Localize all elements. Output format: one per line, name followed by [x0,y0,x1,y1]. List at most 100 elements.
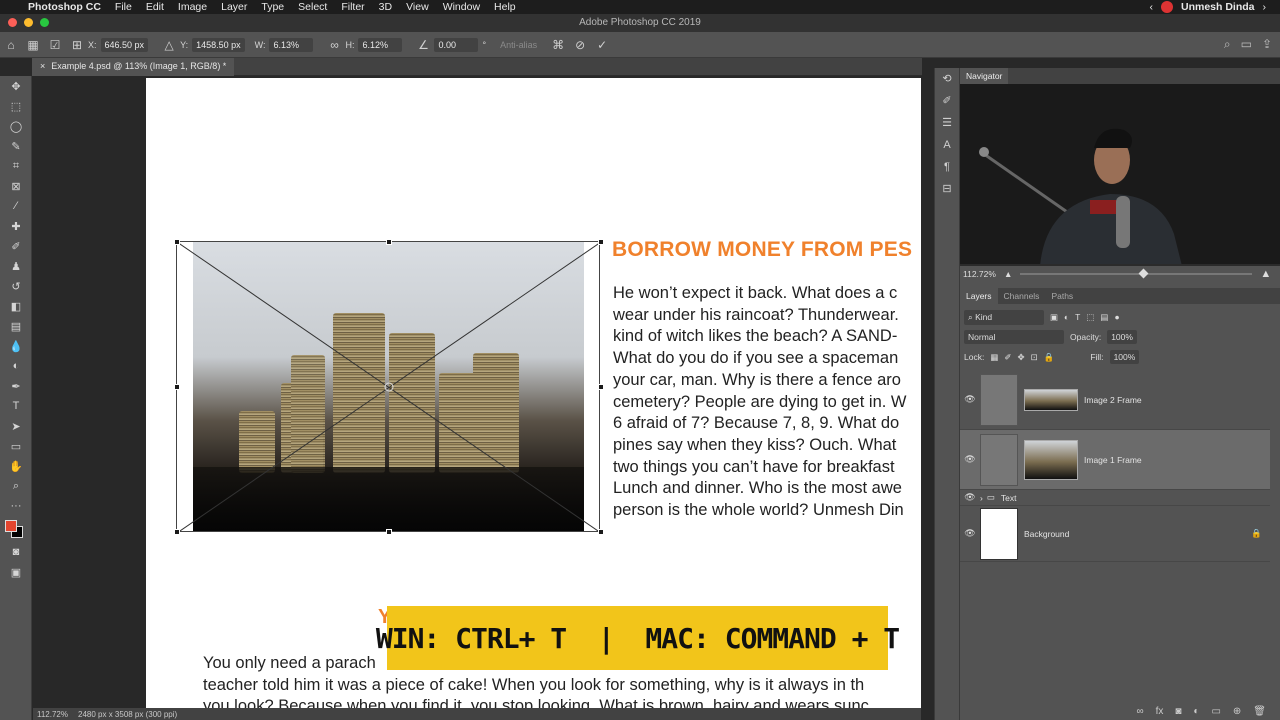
h-field[interactable]: 6.12% [358,37,403,52]
clone-stamp-tool-icon[interactable]: ♟ [0,256,32,276]
zoom-out-icon[interactable]: ▲ [1004,269,1012,279]
filter-kind-select[interactable]: ⌕ Kind [964,309,1044,325]
transform-handle-bottom-right[interactable] [598,529,604,535]
chevron-right-icon[interactable]: › [1263,1,1267,13]
visibility-eye-icon[interactable]: 👁 [960,492,980,503]
crop-tool-icon[interactable]: ⌗ [0,156,32,176]
zoom-tool-icon[interactable]: ⌕ [0,476,32,496]
transform-handle-left[interactable] [174,384,180,390]
character-icon[interactable]: A [935,134,959,156]
fill-field[interactable]: 100% [1109,350,1140,364]
filter-toggle-icon[interactable]: ● [1114,312,1119,322]
filter-smart-icon[interactable]: ▤ [1100,312,1108,323]
new-layer-icon[interactable]: ⊕ [1233,706,1241,717]
opacity-field[interactable]: 100% [1107,330,1137,344]
filter-pixel-icon[interactable]: ▣ [1050,312,1058,323]
navigator-zoom-slider[interactable] [1020,268,1253,279]
visibility-eye-icon[interactable]: 👁 [960,394,980,405]
pen-tool-icon[interactable]: ✒ [0,376,32,396]
menu-help[interactable]: Help [487,1,523,13]
gradient-tool-icon[interactable]: ▤ [0,316,32,336]
quick-mask-icon[interactable]: ◙ [0,542,32,562]
dodge-tool-icon[interactable]: ◐ [0,356,32,376]
properties-icon[interactable]: ⊟ [935,178,959,200]
tab-layers[interactable]: Layers [960,288,998,304]
screen-mode-icon[interactable]: ▣ [0,562,32,582]
visibility-eye-icon[interactable]: 👁 [960,528,980,539]
filter-adjustment-icon[interactable]: ◐ [1064,312,1069,322]
add-mask-icon[interactable]: ◙ [1175,706,1181,717]
chevron-right-icon[interactable]: › [980,493,983,503]
status-zoom[interactable]: 112.72% [37,710,68,719]
search-icon[interactable]: ⌕ [1224,37,1231,52]
tab-navigator[interactable]: Navigator [960,68,1009,84]
layer-group-row[interactable]: 👁 › ▭ Text [960,490,1270,506]
menu-image[interactable]: Image [171,1,214,13]
layer-row[interactable]: 👁 Image 2 Frame [960,370,1270,430]
lasso-tool-icon[interactable]: ◯ [0,116,32,136]
lock-position-icon[interactable]: ✥ [1017,352,1024,363]
angle-field[interactable]: 0.00 [434,37,479,52]
layer-row[interactable]: 👁 Background 🔒 [960,506,1270,562]
brush-settings-icon[interactable]: ✐ [935,90,959,112]
tab-channels[interactable]: Channels [998,288,1046,304]
y-field[interactable]: 1458.50 px [192,37,245,52]
menu-view[interactable]: View [399,1,436,13]
layer-row[interactable]: 👁 Image 1 Frame [960,430,1270,490]
cancel-transform-icon[interactable]: ⊘ [569,38,591,52]
close-tab-icon[interactable]: × [40,61,45,76]
history-brush-tool-icon[interactable]: ↺ [0,276,32,296]
workspace-icon[interactable]: ▭ [1241,37,1252,52]
delta-icon[interactable]: △ [158,38,180,52]
adjustment-layer-icon[interactable]: ◐ [1193,706,1199,717]
filter-type-icon[interactable]: T [1075,312,1080,322]
foreground-color-swatch[interactable] [5,520,17,532]
type-tool-icon[interactable]: T [0,396,32,416]
menu-select[interactable]: Select [291,1,334,13]
lock-all-icon[interactable]: 🔒 [1044,352,1055,363]
visibility-eye-icon[interactable]: 👁 [960,454,980,465]
transform-bounding-box[interactable] [174,239,604,535]
paragraph-icon[interactable]: ¶ [935,156,959,178]
navigator-zoom-value[interactable]: 112.72% [963,269,996,279]
zoom-slider-handle[interactable] [1138,268,1149,279]
history-icon[interactable]: ⟲ [935,68,959,90]
delete-layer-icon[interactable]: 🗑 [1253,706,1266,717]
share-icon[interactable]: ⇪ [1262,37,1272,52]
warp-icon[interactable]: ⌘ [547,38,569,52]
checkbox-icon[interactable]: ☑ [44,38,66,52]
color-swatches[interactable] [0,516,32,542]
filter-shape-icon[interactable]: ⬚ [1086,312,1094,323]
menu-layer[interactable]: Layer [214,1,254,13]
menu-window[interactable]: Window [436,1,487,13]
canvas-area[interactable]: BORROW MONEY FROM PES He won’t expect it… [33,76,921,708]
commit-transform-icon[interactable]: ✓ [591,38,613,52]
link-layers-icon[interactable]: ∞ [1136,706,1143,717]
document-tab[interactable]: × Example 4.psd @ 113% (Image 1, RGB/8) … [32,58,235,76]
navigator-preview[interactable] [960,84,1280,266]
transform-handle-right[interactable] [598,384,604,390]
eraser-tool-icon[interactable]: ◧ [0,296,32,316]
transform-handle-top-left[interactable] [174,239,180,245]
layer-name[interactable]: Background [1024,529,1069,539]
layer-style-icon[interactable]: fx [1156,706,1164,717]
rectangle-tool-icon[interactable]: ▭ [0,436,32,456]
layer-name[interactable]: Text [1001,493,1017,503]
tab-paths[interactable]: Paths [1045,288,1079,304]
transform-handle-bottom-left[interactable] [174,529,180,535]
reference-grid-icon[interactable]: ⊞ [66,38,88,52]
menu-3d[interactable]: 3D [372,1,399,13]
link-icon[interactable]: ∞ [323,38,345,52]
new-group-icon[interactable]: ▭ [1211,706,1220,717]
layer-name[interactable]: Image 2 Frame [1084,395,1142,405]
reference-point-icon[interactable]: ▦ [22,38,44,52]
move-tool-icon[interactable]: ✥ [0,76,32,96]
app-name-menu[interactable]: Photoshop CC [28,1,108,13]
menu-type[interactable]: Type [254,1,291,13]
eyedropper-tool-icon[interactable]: ⁄ [0,196,32,216]
antialias-toggle[interactable]: Anti-alias [500,40,537,50]
brush-tool-icon[interactable]: ✐ [0,236,32,256]
transform-handle-top-right[interactable] [598,239,604,245]
menu-file[interactable]: File [108,1,139,13]
more-tools-icon[interactable]: ··· [0,496,32,516]
